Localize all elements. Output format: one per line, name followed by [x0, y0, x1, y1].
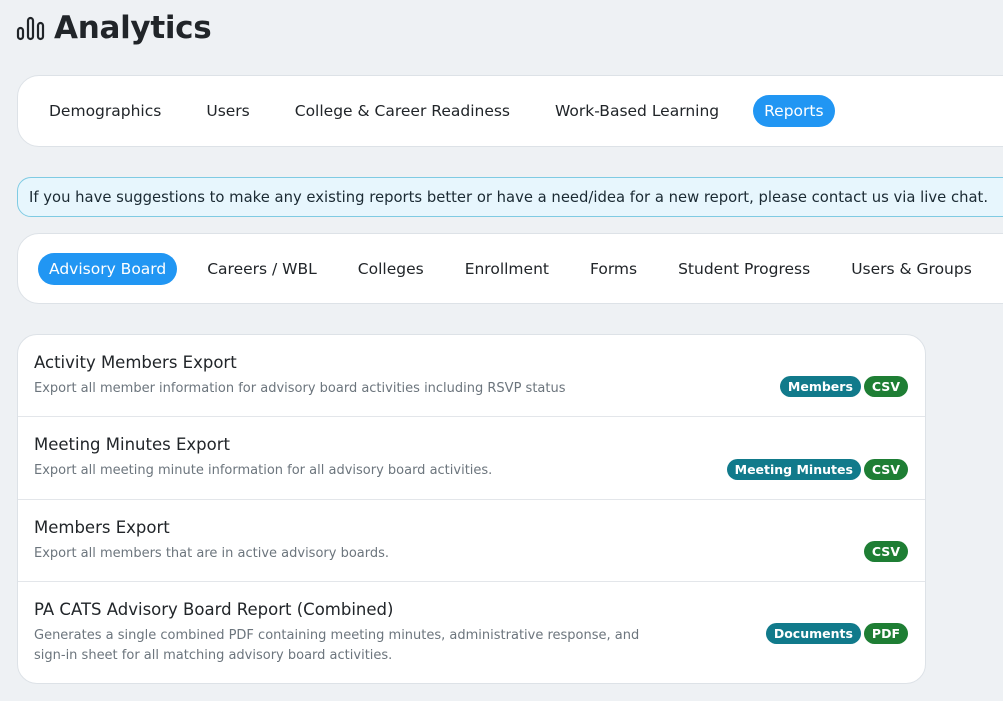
report-item-activity-members-export[interactable]: Activity Members Export Export all membe… [18, 335, 925, 417]
feedback-notice: If you have suggestions to make any exis… [17, 177, 1003, 217]
report-category-tab-bar: Advisory Board Careers / WBL Colleges En… [17, 233, 1003, 304]
bar-chart-icon [16, 15, 45, 41]
tab-student-progress[interactable]: Student Progress [667, 253, 821, 285]
report-badges: CSV [863, 541, 908, 562]
format-badge: CSV [863, 541, 908, 562]
report-description: Export all members that are in active ad… [34, 546, 390, 561]
category-badge: Documents [765, 623, 861, 644]
report-item-members-export[interactable]: Members Export Export all members that a… [18, 500, 925, 582]
report-item-pa-cats-advisory-board-report[interactable]: PA CATS Advisory Board Report (Combined)… [18, 582, 925, 683]
tab-careers-wbl[interactable]: Careers / WBL [196, 253, 328, 285]
report-list: Activity Members Export Export all membe… [17, 334, 926, 684]
tab-forms[interactable]: Forms [579, 253, 648, 285]
format-badge: CSV [863, 376, 908, 397]
report-name: PA CATS Advisory Board Report (Combined) [34, 600, 394, 619]
report-description: Generates a single combined PDF containi… [34, 628, 640, 663]
tab-users[interactable]: Users [195, 95, 260, 127]
tab-advisory-board[interactable]: Advisory Board [38, 252, 178, 285]
report-name: Activity Members Export [34, 353, 237, 372]
category-badge: Meeting Minutes [726, 459, 861, 480]
category-badge: Members [779, 376, 861, 397]
tab-college-career-readiness[interactable]: College & Career Readiness [284, 95, 521, 127]
tab-users-groups[interactable]: Users & Groups [840, 253, 983, 285]
report-badges: Members CSV [779, 376, 908, 397]
report-name: Meeting Minutes Export [34, 435, 230, 454]
format-badge: PDF [863, 623, 908, 644]
report-badges: Meeting Minutes CSV [726, 459, 908, 480]
format-badge: CSV [863, 459, 908, 480]
tab-work-based-learning[interactable]: Work-Based Learning [544, 95, 730, 127]
tab-colleges[interactable]: Colleges [347, 253, 435, 285]
report-description: Export all member information for adviso… [34, 381, 566, 396]
report-description: Export all meeting minute information fo… [34, 463, 493, 478]
tab-reports[interactable]: Reports [753, 95, 835, 127]
page-header: Analytics [16, 8, 212, 48]
report-badges: Documents PDF [765, 623, 908, 644]
page-title: Analytics [54, 10, 212, 46]
tab-enrollment[interactable]: Enrollment [454, 253, 560, 285]
main-tab-bar: Demographics Users College & Career Read… [17, 75, 1003, 147]
tab-demographics[interactable]: Demographics [38, 95, 172, 127]
report-item-meeting-minutes-export[interactable]: Meeting Minutes Export Export all meetin… [18, 417, 925, 500]
report-name: Members Export [34, 518, 170, 537]
